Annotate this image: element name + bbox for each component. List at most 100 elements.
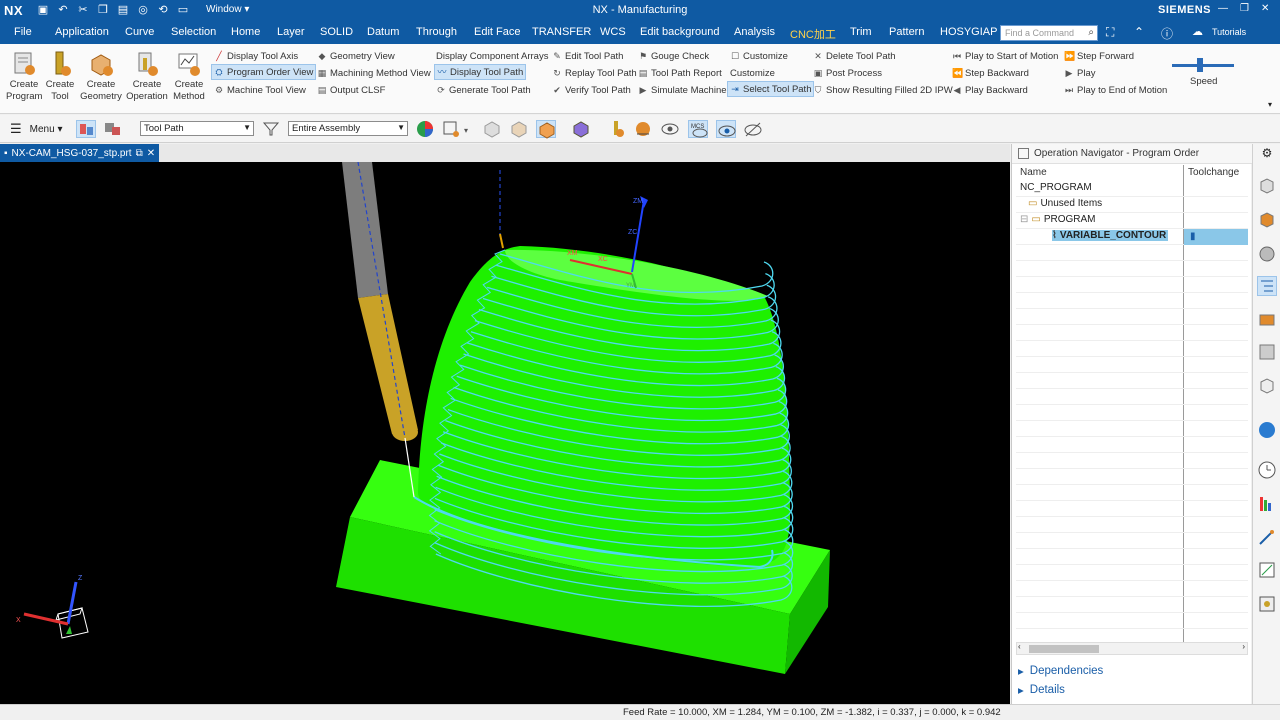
minimize-icon[interactable]: — [1218,3,1228,14]
menu-transfer[interactable]: TRANSFER [532,26,591,38]
menu-wcs[interactable]: WCS [600,26,626,38]
machining-method-view-button[interactable]: ▦ Machining Method View [315,65,433,81]
select-tool-path-button[interactable]: ⇥ Select Tool Path [727,81,815,97]
cut-icon[interactable]: ✂ [76,3,90,16]
pin-icon[interactable] [1018,148,1029,159]
selection-scope-icon[interactable] [103,120,123,138]
post-process-button[interactable]: ▣ Post Process [811,65,884,81]
delete-tool-path-button[interactable]: ✕ Delete Tool Path [811,48,898,64]
type-filter-select[interactable]: Tool Path ▼ [140,121,254,136]
system-materials-icon[interactable] [1257,594,1277,614]
mcs-display-icon[interactable]: MCS [688,120,708,138]
customize-button-1[interactable]: ☐ Customize [728,48,790,64]
show-filled-ipw-button[interactable]: ⛉ Show Resulting Filled 2D IPW [811,82,955,98]
roles-icon[interactable] [1257,560,1277,580]
filter-funnel-icon[interactable] [262,120,282,138]
create-method-button[interactable]: Create Method [170,48,208,103]
output-clsf-button[interactable]: ▤ Output CLSF [315,82,387,98]
tool-display-icon[interactable] [606,120,626,138]
scroll-right-icon[interactable]: › [1242,642,1245,651]
fullscreen-icon[interactable]: ⛶ [1106,25,1114,40]
scrollbar-thumb[interactable] [1029,645,1099,653]
edit-tool-path-button[interactable]: ✎ Edit Tool Path [550,48,625,64]
constraint-navigator-icon[interactable] [1257,244,1277,264]
switch-window-icon[interactable]: ▭ [176,3,190,16]
menu-through[interactable]: Through [416,26,457,38]
web-browser-icon[interactable] [1257,420,1277,440]
menu-curve[interactable]: Curve [125,26,154,38]
menu-analysis[interactable]: Analysis [734,26,775,38]
undock-icon[interactable]: ⧉ [136,148,143,159]
tree-node-variable-contour[interactable]: ⌇ VARIABLE_CONTOUR [1052,230,1169,241]
menu-trim[interactable]: Trim [850,26,872,38]
column-name-header[interactable]: Name [1016,165,1051,181]
document-tab[interactable]: ▪ NX-CAM_HSG-037_stp.prt ⧉ ✕ [0,144,160,162]
speed-thumb[interactable] [1197,58,1203,72]
select-feature-icon[interactable] [76,120,96,138]
menu-file[interactable]: File [14,26,32,38]
generate-tool-path-button[interactable]: ⟳ Generate Tool Path [434,82,533,98]
geometry-view-button[interactable]: ◆ Geometry View [315,48,397,64]
menu-edit-face[interactable]: Edit Face [474,26,520,38]
command-finder-input[interactable]: Find a Command ⌕ [1000,25,1098,41]
tree-row-program[interactable]: ⊟ ▭ PROGRAM [1016,213,1248,229]
create-program-button[interactable]: Create Program [6,48,42,103]
verify-tool-path-button[interactable]: ✔ Verify Tool Path [550,82,633,98]
play-button[interactable]: ▶ Play [1062,65,1097,81]
hide-icon[interactable] [743,120,763,138]
program-order-view-button[interactable]: ⛭ Program Order View [211,64,317,80]
create-tool-button[interactable]: Create Tool [44,48,76,103]
menu-pattern[interactable]: Pattern [889,26,924,38]
machine-tool-view-button[interactable]: ⚙ Machine Tool View [212,82,308,98]
menu-layer[interactable]: Layer [277,26,305,38]
menu-datum[interactable]: Datum [367,26,399,38]
play-to-start-button[interactable]: ⏮ Play to Start of Motion [950,48,1060,64]
restore-icon[interactable]: ❐ [1240,3,1249,14]
menu-application[interactable]: Application [55,26,109,38]
step-forward-button[interactable]: ⏩ Step Forward [1062,48,1136,64]
ribbon-options-icon[interactable]: ▾ [1268,100,1272,109]
tree-node-nc-program[interactable]: NC_PROGRAM [1020,182,1092,193]
wireframe-view-icon[interactable] [509,120,529,138]
simulate-machine-button[interactable]: ▶ Simulate Machine [636,82,729,98]
column-toolchange-header[interactable]: Toolchange [1184,165,1243,181]
tree-row-unused-items[interactable]: ▭ Unused Items [1016,197,1248,213]
selection-scope-select[interactable]: Entire Assembly ▼ [288,121,408,136]
save-icon[interactable]: ▣ [36,3,50,16]
horizontal-scrollbar[interactable]: ‹ › [1016,642,1248,655]
tool-path-report-button[interactable]: ▤ Tool Path Report [636,65,724,81]
machine-tool-navigator-icon[interactable] [1257,310,1277,330]
collapse-toggle-icon[interactable]: ⊟ [1020,214,1028,225]
window-menu[interactable]: Window ▾ [206,4,249,15]
selection-box-icon[interactable]: ▾ [442,120,468,138]
tutorials-button[interactable]: Tutorials [1212,27,1246,37]
shaded-view-icon[interactable] [482,120,502,138]
play-backward-button[interactable]: ◀ Play Backward [950,82,1030,98]
play-to-end-button[interactable]: ⏭ Play to End of Motion [1062,82,1169,98]
shaded-edges-icon[interactable] [536,120,556,139]
touch-mode-icon[interactable]: ◎ [136,3,150,16]
graphics-viewport[interactable]: ZM ZC XM XC YM Z X [0,162,1010,704]
process-studio-icon[interactable] [1257,494,1277,514]
color-wheel-icon[interactable] [415,120,435,138]
menu-selection[interactable]: Selection [171,26,216,38]
blank-objects-icon[interactable] [571,120,591,138]
dependencies-section[interactable]: ▸ Dependencies [1018,664,1103,678]
gouge-check-button[interactable]: ⚑ Gouge Check [636,48,711,64]
visibility-toggle-icon[interactable] [716,120,736,138]
close-icon[interactable]: ✕ [1261,3,1269,14]
scroll-left-icon[interactable]: ‹ [1018,642,1021,651]
menu-solid[interactable]: SOLID [320,26,353,38]
details-section[interactable]: ▸ Details [1018,683,1065,697]
search-icon[interactable]: ⌕ [1088,27,1094,38]
assembly-navigator-icon[interactable] [1257,210,1277,230]
tree-row-nc-program[interactable]: NC_PROGRAM [1016,181,1248,197]
create-geometry-button[interactable]: Create Geometry [78,48,124,103]
path-display-icon[interactable] [633,120,653,138]
machining-feature-navigator-icon[interactable] [1257,342,1277,362]
menu-cnc[interactable]: CNC加工 [790,26,836,42]
menu-home[interactable]: Home [231,26,260,38]
menu-button[interactable]: ☰ Menu ▾ [10,119,62,139]
paste-icon[interactable]: ▤ [116,3,130,16]
speed-slider[interactable]: Speed [1172,58,1234,87]
